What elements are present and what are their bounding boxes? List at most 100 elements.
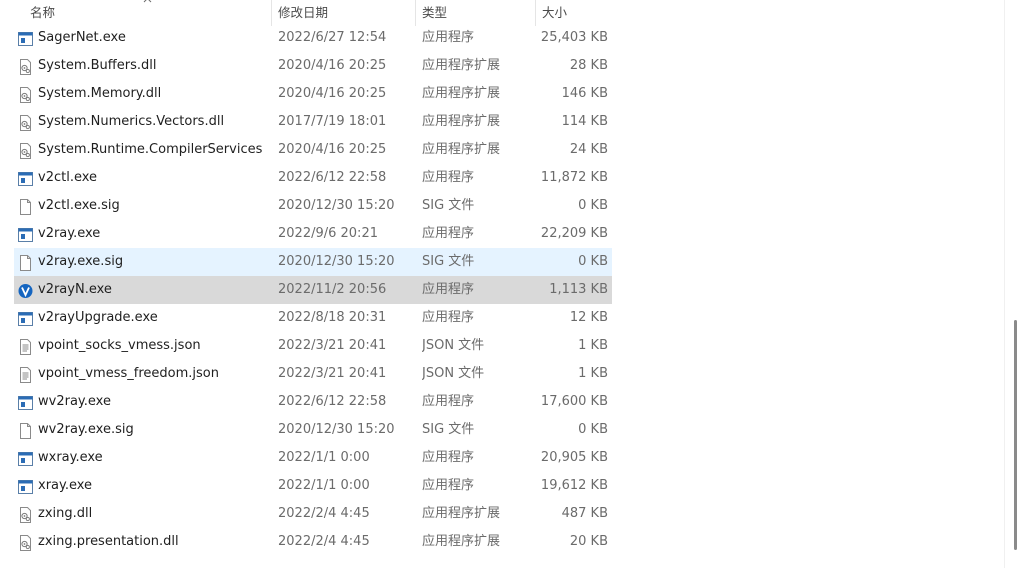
file-type: 应用程序扩展 <box>422 86 501 101</box>
file-type: SIG 文件 <box>422 254 475 269</box>
file-name: vpoint_socks_vmess.json <box>38 338 201 353</box>
file-name: v2ctl.exe <box>38 170 98 185</box>
file-row[interactable]: wv2ray.exe.sig 2020/12/30 15:20 SIG 文件 0 KB <box>14 416 612 444</box>
file-type: JSON 文件 <box>422 366 485 381</box>
file-row[interactable]: wv2ray.exe 2022/6/12 22:58 应用程序 17,600 KB <box>14 388 612 416</box>
file-name: System.Runtime.CompilerServices.Un... <box>38 142 262 157</box>
text-file-icon <box>18 338 33 355</box>
file-type: 应用程序扩展 <box>422 506 501 521</box>
column-header-date-label: 修改日期 <box>278 5 329 20</box>
pane-divider <box>1004 0 1005 568</box>
column-header-bar: 名称 修改日期 类型 大小 <box>0 0 616 26</box>
file-type: 应用程序扩展 <box>422 534 501 549</box>
file-row[interactable]: v2ray.exe.sig 2020/12/30 15:20 SIG 文件 0 KB <box>14 248 612 276</box>
file-modified-date: 2017/7/19 18:01 <box>278 114 387 129</box>
file-row[interactable]: v2ctl.exe 2022/6/12 22:58 应用程序 11,872 KB <box>14 164 612 192</box>
exe-file-icon <box>18 478 33 494</box>
file-row[interactable]: System.Runtime.CompilerServices.Un... 202… <box>14 136 612 164</box>
file-modified-date: 2022/2/4 4:45 <box>278 506 370 521</box>
file-row[interactable]: v2ray.exe 2022/9/6 20:21 应用程序 22,209 KB <box>14 220 612 248</box>
file-row[interactable]: vpoint_socks_vmess.json 2022/3/21 20:41 JS… <box>14 332 612 360</box>
file-size: 146 KB <box>561 86 608 101</box>
file-name: v2rayUpgrade.exe <box>38 310 158 325</box>
file-row[interactable]: v2ctl.exe.sig 2020/12/30 15:20 SIG 文件 0 KB <box>14 192 612 220</box>
file-row[interactable]: System.Memory.dll 2020/4/16 20:25 应用程序扩展 14… <box>14 80 612 108</box>
file-type: 应用程序 <box>422 226 475 241</box>
column-header-size[interactable]: 大小 <box>535 0 616 26</box>
file-name: wv2ray.exe <box>38 394 111 409</box>
exe-file-icon <box>18 226 33 242</box>
file-modified-date: 2022/1/1 0:00 <box>278 450 370 465</box>
exe-file-icon <box>18 310 33 326</box>
file-type: 应用程序 <box>422 282 475 297</box>
v2rayn-app-icon <box>18 282 33 298</box>
blank-file-icon <box>18 422 33 439</box>
chevron-up-icon <box>143 0 152 5</box>
file-name: System.Buffers.dll <box>38 58 157 73</box>
file-name: zxing.presentation.dll <box>38 534 179 549</box>
file-size: 0 KB <box>578 422 608 437</box>
column-header-size-label: 大小 <box>542 5 568 20</box>
file-name: SagerNet.exe <box>38 30 126 45</box>
file-type: 应用程序 <box>422 310 475 325</box>
file-name: v2ray.exe.sig <box>38 254 124 269</box>
dll-file-icon <box>18 114 33 131</box>
file-modified-date: 2022/3/21 20:41 <box>278 366 387 381</box>
file-modified-date: 2022/2/4 4:45 <box>278 534 370 549</box>
file-size: 1 KB <box>578 338 608 353</box>
file-type: 应用程序扩展 <box>422 114 501 129</box>
file-type: JSON 文件 <box>422 338 485 353</box>
file-type: 应用程序扩展 <box>422 58 501 73</box>
file-row[interactable]: v2rayN.exe 2022/11/2 20:56 应用程序 1,113 KB <box>14 276 612 304</box>
file-row[interactable]: System.Numerics.Vectors.dll 2017/7/19 18:… <box>14 108 612 136</box>
file-type: 应用程序 <box>422 30 475 45</box>
file-size: 24 KB <box>569 142 608 157</box>
file-size: 11,872 KB <box>540 170 608 185</box>
file-name: v2rayN.exe <box>38 282 112 297</box>
blank-file-icon <box>18 254 33 271</box>
file-size: 12 KB <box>569 310 608 325</box>
file-modified-date: 2020/4/16 20:25 <box>278 86 387 101</box>
column-header-name-label: 名称 <box>30 5 56 20</box>
file-size: 114 KB <box>561 114 608 129</box>
file-modified-date: 2022/6/27 12:54 <box>278 30 387 45</box>
file-modified-date: 2022/1/1 0:00 <box>278 478 370 493</box>
file-size: 0 KB <box>578 254 608 269</box>
file-row[interactable]: zxing.presentation.dll 2022/2/4 4:45 应用程序扩… <box>14 528 612 556</box>
dll-file-icon <box>18 86 33 103</box>
file-size: 0 KB <box>578 198 608 213</box>
column-header-date[interactable]: 修改日期 <box>271 0 415 26</box>
file-modified-date: 2022/8/18 20:31 <box>278 310 387 325</box>
exe-file-icon <box>18 450 33 466</box>
scrollbar-thumb[interactable] <box>1014 320 1017 550</box>
column-header-type-label: 类型 <box>422 5 448 20</box>
file-row[interactable]: System.Buffers.dll 2020/4/16 20:25 应用程序扩展 2… <box>14 52 612 80</box>
file-type: SIG 文件 <box>422 198 475 213</box>
file-size: 1 KB <box>578 366 608 381</box>
file-size: 1,113 KB <box>549 282 608 297</box>
file-row[interactable]: v2rayUpgrade.exe 2022/8/18 20:31 应用程序 12 KB <box>14 304 612 332</box>
file-name: v2ray.exe <box>38 226 101 241</box>
file-name: wxray.exe <box>38 450 103 465</box>
file-name: System.Memory.dll <box>38 86 162 101</box>
exe-file-icon <box>18 394 33 410</box>
file-size: 19,612 KB <box>540 478 608 493</box>
file-row[interactable]: xray.exe 2022/1/1 0:00 应用程序 19,612 KB <box>14 472 612 500</box>
file-row[interactable]: zxing.dll 2022/2/4 4:45 应用程序扩展 487 KB <box>14 500 612 528</box>
file-row[interactable]: vpoint_vmess_freedom.json 2022/3/21 20:41… <box>14 360 612 388</box>
dll-file-icon <box>18 142 33 159</box>
exe-file-icon <box>18 30 33 46</box>
file-size: 25,403 KB <box>540 30 608 45</box>
exe-file-icon <box>18 170 33 186</box>
blank-file-icon <box>18 198 33 215</box>
dll-file-icon <box>18 58 33 75</box>
file-row[interactable]: wxray.exe 2022/1/1 0:00 应用程序 20,905 KB <box>14 444 612 472</box>
file-row[interactable]: SagerNet.exe 2022/6/27 12:54 应用程序 25,403 KB <box>14 24 612 52</box>
file-type: 应用程序 <box>422 394 475 409</box>
file-name: System.Numerics.Vectors.dll <box>38 114 225 129</box>
file-name: v2ctl.exe.sig <box>38 198 120 213</box>
file-size: 28 KB <box>569 58 608 73</box>
file-type: SIG 文件 <box>422 422 475 437</box>
file-name: vpoint_vmess_freedom.json <box>38 366 219 381</box>
column-header-type[interactable]: 类型 <box>415 0 535 26</box>
